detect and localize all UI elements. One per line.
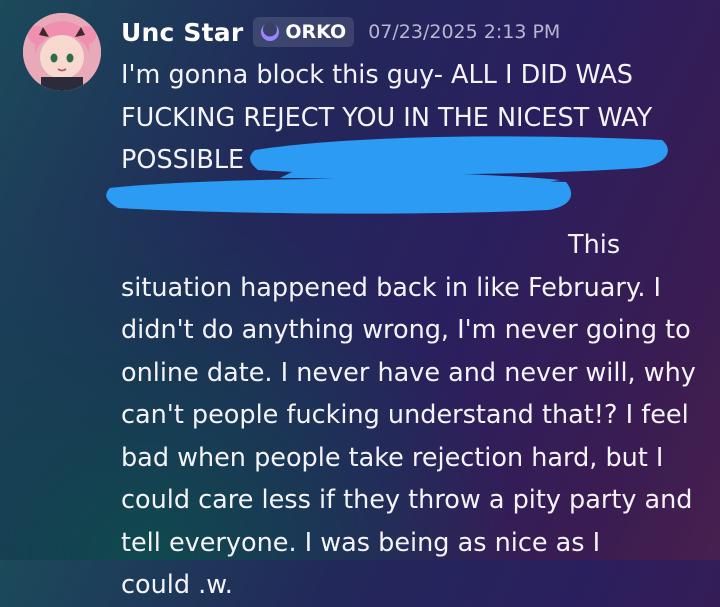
message-line: didn't do anything wrong, I'm never goin… bbox=[121, 315, 691, 345]
anime-avatar-icon bbox=[23, 13, 101, 91]
moon-icon bbox=[261, 22, 280, 41]
chat-message: Unc Star ORKO 07/23/2025 2:13 PM I'm gon… bbox=[0, 0, 720, 600]
message-line: can't people fucking understand that!? I… bbox=[121, 400, 689, 430]
server-tag-label: ORKO bbox=[285, 21, 347, 43]
message-line: situation happened back in like February… bbox=[121, 272, 662, 303]
username[interactable]: Unc Star bbox=[121, 18, 243, 47]
message-line: tell everyone. I was being as nice as I bbox=[121, 527, 601, 558]
message-header: Unc Star ORKO 07/23/2025 2:13 PM bbox=[121, 14, 560, 50]
timestamp[interactable]: 07/23/2025 2:13 PM bbox=[368, 21, 560, 43]
message-line: FUCKING REJECT YOU IN THE NICEST WAY bbox=[121, 102, 653, 133]
message-line: could .w. bbox=[121, 570, 233, 600]
message-line: POSSIBLE bbox=[121, 145, 245, 175]
message-line bbox=[121, 182, 711, 225]
message-line: This bbox=[568, 230, 621, 260]
message-line: bad when people take rejection hard, but… bbox=[121, 442, 664, 473]
server-tag[interactable]: ORKO bbox=[253, 17, 355, 47]
message-body: I'm gonna block this guy- ALL I DID WAS … bbox=[121, 54, 711, 607]
avatar[interactable] bbox=[23, 13, 101, 91]
message-line: could care less if they throw a pity par… bbox=[121, 485, 693, 515]
message-line: online date. I never have and never will… bbox=[121, 357, 696, 388]
message-line: I'm gonna block this guy- ALL I DID WAS bbox=[121, 60, 633, 90]
